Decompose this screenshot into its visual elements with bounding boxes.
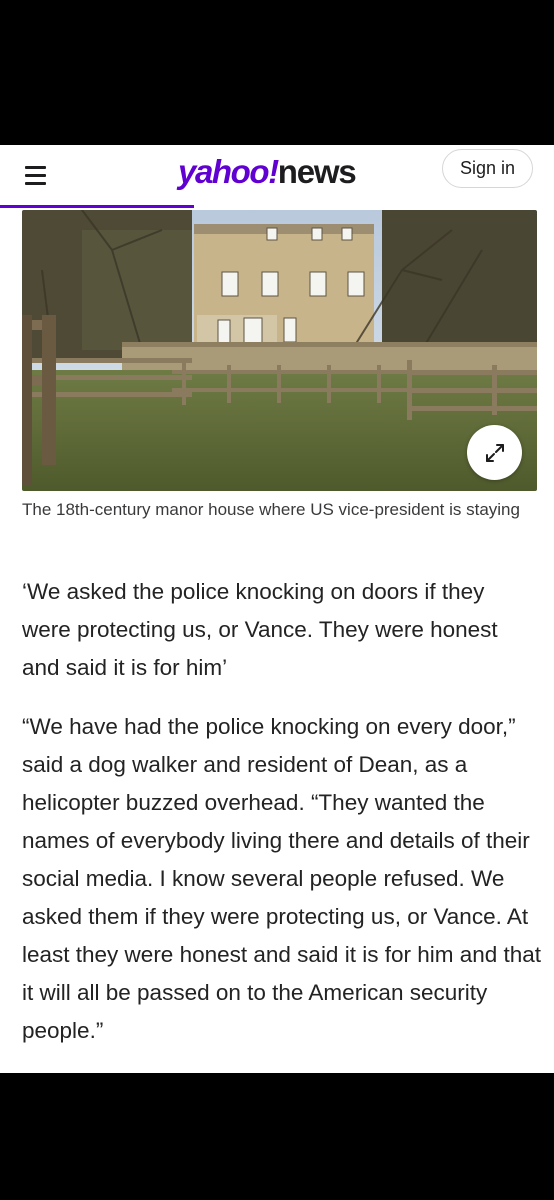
hamburger-menu-icon[interactable] bbox=[20, 159, 52, 191]
expand-image-button[interactable] bbox=[467, 425, 522, 480]
navigation-bar-area bbox=[0, 1073, 554, 1200]
image-caption: The 18th-century manor house where US vi… bbox=[22, 500, 520, 519]
yahoo-news-logo[interactable]: yahoo!news bbox=[178, 153, 357, 193]
reading-progress-bar bbox=[0, 205, 554, 208]
reading-progress-fill bbox=[0, 205, 194, 208]
pull-quote-heading: ‘We asked the police knocking on doors i… bbox=[22, 579, 498, 680]
status-bar-area bbox=[0, 0, 554, 145]
manor-house-photo[interactable] bbox=[22, 210, 537, 491]
sign-in-button[interactable]: Sign in bbox=[442, 149, 533, 188]
site-header: yahoo!news Sign in bbox=[0, 145, 554, 208]
article-paragraph: “We have had the police knocking on ever… bbox=[22, 714, 542, 1043]
article-page: yahoo!news Sign in The 18th-century mano… bbox=[0, 145, 554, 1073]
expand-arrows-icon bbox=[485, 443, 504, 462]
